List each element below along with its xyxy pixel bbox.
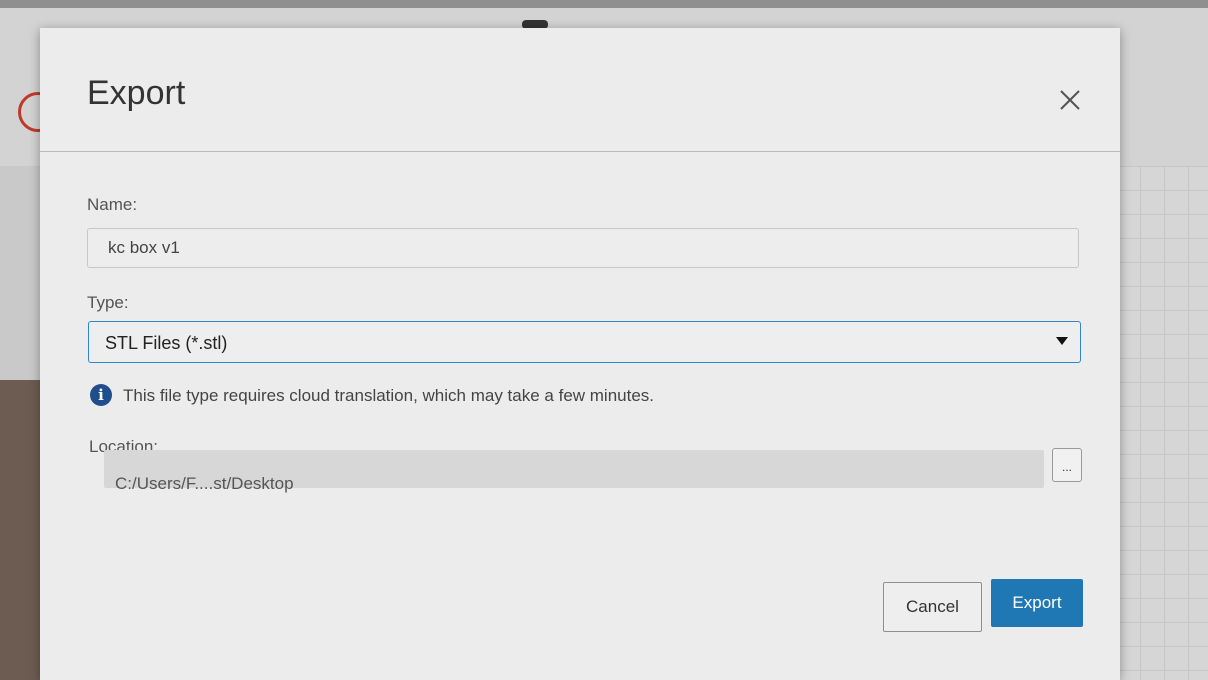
dialog-title: Export [87, 74, 186, 112]
location-field: C:/Users/F....st/Desktop [104, 450, 1044, 493]
background-left-panel [0, 166, 44, 380]
info-icon: i [90, 384, 112, 406]
dialog-header: Export [40, 28, 1120, 152]
info-text: This file type requires cloud translatio… [123, 386, 655, 405]
export-button[interactable]: Export [991, 579, 1083, 627]
type-label: Type: [87, 293, 129, 312]
cancel-button[interactable]: Cancel [883, 582, 982, 632]
type-dropdown[interactable]: STL Files (*.stl) [88, 321, 1081, 363]
background-viewport-edge [0, 380, 44, 680]
export-dialog: Export Name: Type: STL Files (*.stl) i T… [40, 28, 1120, 680]
close-icon[interactable] [1056, 86, 1084, 114]
caret-down-icon [1056, 337, 1068, 345]
browse-button[interactable]: ... [1052, 448, 1082, 482]
type-dropdown-value: STL Files (*.stl) [105, 333, 228, 353]
background-topbar [0, 0, 1208, 8]
location-value: C:/Users/F....st/Desktop [115, 474, 294, 493]
background-grid [1116, 166, 1208, 680]
name-label: Name: [87, 195, 138, 214]
name-input[interactable] [87, 228, 1079, 268]
